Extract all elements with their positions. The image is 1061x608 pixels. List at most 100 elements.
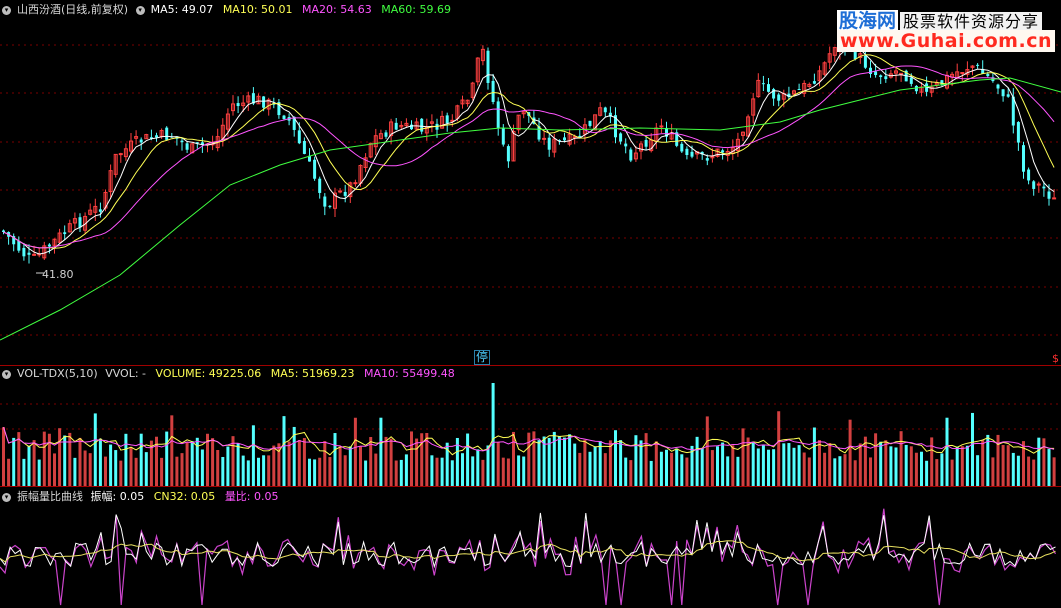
volume-bar — [236, 443, 240, 486]
volume-bar — [828, 443, 832, 486]
amplitude-menu-icon[interactable]: ▾ — [2, 493, 11, 502]
panel-menu-icon[interactable]: ▾ — [2, 6, 11, 15]
settings-circle-icon[interactable]: ▾ — [135, 6, 145, 15]
volume-bar — [364, 460, 368, 486]
volume-bar — [12, 437, 16, 486]
candle-body-down — [619, 133, 623, 142]
volume-bar — [109, 444, 113, 486]
watermark-brand: 股海网 — [837, 10, 899, 32]
volume-bar — [190, 441, 194, 486]
candle-body-down — [1016, 122, 1020, 143]
candle-body-down — [884, 76, 888, 80]
volume-bar — [415, 438, 419, 486]
volume-bar — [246, 460, 250, 486]
volume-bar — [338, 446, 342, 486]
candle-body-down — [185, 143, 189, 150]
volume-bar — [603, 453, 607, 486]
volume-bar — [114, 450, 118, 486]
volume-bar — [359, 446, 362, 486]
volume-bar — [818, 440, 821, 486]
candle-body-down — [328, 205, 332, 207]
volume-bar — [98, 438, 102, 486]
volume-menu-icon[interactable]: ▾ — [2, 370, 11, 379]
candlestick-chart[interactable] — [0, 0, 1061, 366]
volume-bar — [78, 437, 82, 486]
volume-bar — [1052, 457, 1056, 486]
volume-bar — [731, 445, 735, 486]
candle-body-down — [1032, 181, 1036, 189]
volume-bar — [624, 457, 628, 486]
volume-bar — [761, 445, 765, 486]
volume-bar — [226, 446, 230, 486]
volume-bar — [833, 458, 837, 486]
volume-bar — [552, 431, 556, 486]
candle-body-down — [420, 118, 424, 132]
volume-bar — [42, 431, 46, 486]
watermark-logo: 股海网 股票软件资源分享 www.Guhai.com.cn — [837, 6, 1057, 52]
price-chart-panel[interactable]: ▾ 山西汾酒(日线,前复权) ▾ MA5: 49.07 MA10: 50.01 MA… — [0, 0, 1061, 366]
candle-body-down — [1047, 191, 1051, 199]
candle-body-down — [323, 196, 327, 207]
volume-bar — [506, 458, 510, 486]
candle-body-down — [318, 178, 322, 193]
volume-bar — [58, 428, 62, 486]
volume-bar — [557, 435, 561, 486]
volume-bar — [991, 457, 995, 486]
volume-bar — [904, 444, 908, 486]
volume-bar — [440, 457, 444, 486]
candle-body-down — [767, 84, 770, 92]
volume-bar — [659, 451, 663, 486]
amplitude-lines[interactable] — [0, 487, 1061, 608]
candle-body-down — [98, 209, 102, 212]
volume-bar — [496, 441, 500, 486]
amplitude-panel[interactable]: ▾ 振幅量比曲线 振幅: 0.05 CN32: 0.05 量比: 0.05 — [0, 487, 1061, 608]
volume-bar — [573, 443, 577, 486]
volume-bar — [1006, 445, 1010, 486]
candle-body-down — [2, 230, 5, 232]
volume-bar — [955, 446, 959, 486]
volume-bar — [909, 446, 913, 486]
volume-bar — [353, 417, 357, 486]
candle-body-down — [262, 96, 266, 108]
amplitude-indicator-title: 振幅量比曲线 — [17, 490, 83, 503]
volume-bar — [1016, 455, 1020, 486]
volume-bar — [262, 455, 266, 486]
volume-bar — [812, 427, 816, 486]
volume-bar — [323, 441, 327, 486]
volume-bar — [53, 453, 56, 486]
volume-bar — [858, 443, 862, 486]
volume-bar — [874, 433, 878, 486]
volume-bar — [629, 460, 633, 486]
price-chart-header: ▾ 山西汾酒(日线,前复权) ▾ MA5: 49.07 MA10: 50.01 MA… — [2, 1, 457, 17]
volume-bar — [491, 383, 495, 486]
volume-ratio-value: 量比: 0.05 — [224, 490, 279, 503]
volume-bar — [1037, 437, 1041, 486]
volume-bar — [614, 430, 617, 486]
volume-bar — [593, 446, 597, 486]
candle-body-down — [690, 151, 694, 157]
candle-body-down — [445, 115, 449, 124]
volume-bar — [578, 452, 582, 486]
volume-bar — [537, 440, 541, 486]
volume-bar — [47, 433, 51, 486]
candle-body-down — [486, 50, 490, 83]
candle-body-down — [1001, 89, 1005, 97]
volume-bar — [221, 456, 225, 486]
volume-bar — [772, 449, 776, 486]
volume-bar — [930, 437, 934, 486]
volume-bar — [583, 439, 587, 486]
candle-body-down — [27, 252, 31, 255]
candle-body-down — [22, 247, 26, 257]
suspension-tag[interactable]: 停 — [474, 350, 491, 365]
volume-bar — [302, 438, 306, 486]
volume-bar — [313, 459, 317, 486]
volume-bar — [721, 442, 725, 486]
volume-bar — [777, 411, 781, 486]
volume-bar — [971, 412, 974, 486]
volume-bar — [940, 453, 944, 486]
volume-bar — [797, 445, 801, 486]
candle-body-down — [155, 135, 158, 138]
volume-panel[interactable]: ▾ VOL-TDX(5,10) VVOL: - VOLUME: 49225.06 … — [0, 366, 1061, 487]
volume-bars[interactable] — [0, 366, 1061, 487]
volume-bar — [986, 434, 990, 486]
